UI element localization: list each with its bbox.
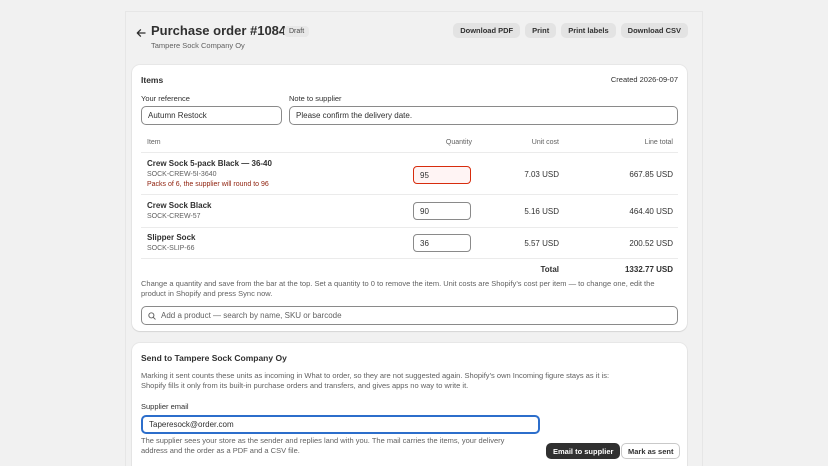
search-icon xyxy=(148,311,156,320)
send-note-text: The supplier sees your store as the send… xyxy=(141,436,541,456)
status-badge: Draft xyxy=(284,26,310,37)
total-value: 1332.77 USD xyxy=(624,265,673,274)
send-info-line: Marking it sent counts these units as in… xyxy=(141,371,610,380)
print-button[interactable]: Print xyxy=(525,23,557,38)
download-pdf-button[interactable]: Download PDF xyxy=(453,23,521,38)
column-header-unit-cost: Unit cost xyxy=(531,139,559,146)
item-name: Slipper Sock xyxy=(147,233,196,242)
column-header-quantity: Quantity xyxy=(445,139,472,146)
row-divider xyxy=(141,227,678,228)
line-total: 667.85 USD xyxy=(629,170,673,179)
reference-input[interactable] xyxy=(141,106,282,125)
line-total: 464.40 USD xyxy=(629,207,673,216)
send-info-text: Marking it sent counts these units as in… xyxy=(141,371,681,391)
print-labels-button[interactable]: Print labels xyxy=(561,23,616,38)
pack-warning: Packs of 6, the supplier will round to 9… xyxy=(147,181,269,188)
send-note-line: address and the order as a PDF and a CSV… xyxy=(141,446,300,455)
supplier-email-label: Supplier email xyxy=(141,402,189,411)
page-header: Purchase order #1084 Draft Tampere Sock … xyxy=(134,22,694,56)
email-to-supplier-button[interactable]: Email to supplier xyxy=(546,443,621,459)
row-divider xyxy=(141,258,678,259)
product-search[interactable] xyxy=(141,306,678,325)
mark-as-sent-button[interactable]: Mark as sent xyxy=(621,443,681,459)
quantity-input[interactable] xyxy=(413,202,471,220)
supplier-name: Tampere Sock Company Oy xyxy=(151,41,245,50)
item-sku: SOCK-SLIP-66 xyxy=(147,245,195,252)
items-title: Items xyxy=(141,75,164,85)
purchase-order-page: Purchase order #1084 Draft Tampere Sock … xyxy=(126,12,702,466)
column-header-item: Item xyxy=(147,139,161,146)
send-card: Send to Tampere Sock Company Oy Marking … xyxy=(132,343,687,466)
page-title: Purchase order #1084 xyxy=(151,23,287,38)
items-help-line: product in Shopify and press Sync now. xyxy=(141,289,273,298)
item-sku: SOCK-CREW-57 xyxy=(147,213,201,220)
download-csv-button[interactable]: Download CSV xyxy=(620,23,688,38)
total-label: Total xyxy=(540,265,559,274)
unit-cost: 5.57 USD xyxy=(524,239,559,248)
item-name: Crew Sock Black xyxy=(147,201,212,210)
quantity-input[interactable] xyxy=(413,166,471,184)
row-divider xyxy=(141,194,678,195)
send-info-line: Shopify fills it only from its built-in … xyxy=(141,381,469,390)
reference-label: Your reference xyxy=(141,94,190,103)
send-title: Send to Tampere Sock Company Oy xyxy=(141,353,287,363)
quantity-input[interactable] xyxy=(413,234,471,252)
items-help-line: Change a quantity and save from the bar … xyxy=(141,279,655,288)
unit-cost: 5.16 USD xyxy=(524,207,559,216)
column-header-line-total: Line total xyxy=(644,139,673,146)
back-button[interactable] xyxy=(134,26,148,40)
items-card: Items Created 2026-09-07 Your reference … xyxy=(132,65,687,331)
header-actions: Download PDF Print Print labels Download… xyxy=(453,23,688,38)
line-total: 200.52 USD xyxy=(629,239,673,248)
unit-cost: 7.03 USD xyxy=(524,170,559,179)
arrow-left-icon xyxy=(136,29,146,37)
note-input[interactable] xyxy=(289,106,678,125)
created-date: Created 2026-09-07 xyxy=(610,75,678,84)
item-name: Crew Sock 5-pack Black — 36-40 xyxy=(147,159,272,168)
note-label: Note to supplier xyxy=(289,94,342,103)
table-divider xyxy=(141,152,678,153)
product-search-input[interactable] xyxy=(161,311,661,320)
items-help-text: Change a quantity and save from the bar … xyxy=(141,279,681,299)
send-note-line: The supplier sees your store as the send… xyxy=(141,436,505,445)
item-sku: SOCK-CREW-5I-3640 xyxy=(147,171,217,178)
supplier-email-input[interactable] xyxy=(141,415,540,434)
